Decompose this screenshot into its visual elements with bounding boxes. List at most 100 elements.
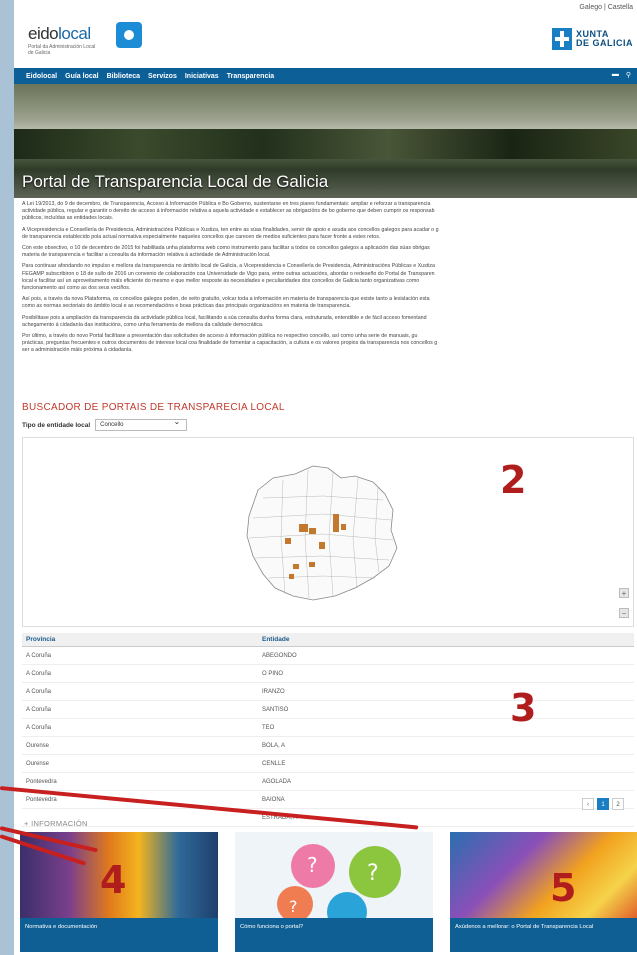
- nav-item-servizos[interactable]: Servizos: [148, 73, 177, 80]
- info-card-caption: Normativa e documentación: [20, 918, 218, 952]
- eidolocal-logo[interactable]: eidolocal Portal da Administración Local…: [28, 22, 142, 56]
- search-icon[interactable]: ⚲: [626, 71, 631, 79]
- info-section-title: + INFORMACIÓN: [24, 819, 88, 828]
- intro-line: Con este obxectivo, o 10 de decembro de …: [22, 245, 430, 252]
- table-row[interactable]: A Coruña O PINO: [22, 665, 634, 683]
- xunta-emblem-icon: [551, 28, 572, 50]
- intro-line: de transparencia establecido pola actual…: [22, 233, 381, 240]
- municipality-highlight: [341, 524, 346, 530]
- info-card-image: [450, 832, 637, 918]
- table-pagination: ‹ 1 2: [582, 798, 624, 810]
- main-nav: Eidolocal Guía local Biblioteca Servizos…: [14, 68, 637, 84]
- hero-image-treeline: [14, 129, 637, 159]
- language-switcher[interactable]: Galego | Castella: [579, 4, 633, 11]
- intro-line: Por último, a través do novo Portal faci…: [22, 333, 418, 340]
- province-cell: Pontevedra: [26, 778, 57, 785]
- info-card-caption: Axúdenos a mellorar: o Portal de Transpa…: [450, 918, 637, 952]
- info-card-caption: Cómo funciona o portal?: [235, 918, 433, 952]
- province-cell: Ourense: [26, 760, 50, 767]
- annotation-marker-4: 4: [100, 858, 127, 902]
- province-cell: A Coruña: [26, 652, 52, 659]
- intro-line: Para continuar afondando no impulso e me…: [22, 263, 435, 270]
- svg-text:?: ?: [307, 853, 318, 877]
- entity-cell: BAIONA: [262, 796, 285, 803]
- pagination-prev-button[interactable]: ‹: [582, 798, 594, 810]
- intro-line: local e facilitar así un aproveitamento …: [22, 277, 420, 284]
- nav-item-biblioteca[interactable]: Biblioteca: [107, 73, 140, 80]
- intro-line: funcionamento así como as dos seus veciñ…: [22, 285, 131, 292]
- intro-line: A Lei 19/2013, do 9 de decembro, de Tran…: [22, 201, 431, 207]
- info-card-como-funciona[interactable]: ? ? ? Cómo funciona o portal?: [235, 832, 433, 952]
- page-frame: Galego | Castella eidolocal Portal da Ad…: [14, 0, 637, 955]
- annotation-marker-3: 3: [510, 686, 537, 730]
- municipality-highlight: [285, 538, 291, 544]
- municipality-highlight: [309, 528, 316, 534]
- svg-text:?: ?: [367, 861, 379, 886]
- province-cell: Ourense: [26, 742, 50, 749]
- xunta-logo[interactable]: XUNTA DE GALICIA: [551, 28, 633, 50]
- province-cell: A Coruña: [26, 706, 52, 713]
- municipality-highlight: [289, 574, 294, 579]
- info-card-axudenos[interactable]: Axúdenos a mellorar: o Portal de Transpa…: [450, 832, 637, 952]
- entity-type-filter: Tipo de entidade local Concello: [22, 417, 188, 431]
- hero-banner: Portal de Transparencia Local de Galicia: [14, 84, 637, 198]
- pagination-page-2[interactable]: 2: [612, 798, 624, 810]
- province-cell: A Coruña: [26, 724, 52, 731]
- municipality-highlight: [333, 514, 339, 532]
- entity-cell: CENLLE: [262, 760, 286, 767]
- annotation-marker-5: 5: [550, 866, 577, 910]
- entity-type-select[interactable]: Concello: [95, 417, 188, 431]
- table-row[interactable]: Ourense CENLLE: [22, 755, 634, 773]
- municipality-highlight: [299, 524, 308, 532]
- municipality-highlight: [319, 542, 325, 549]
- intro-line: Así pois, a través da nova Plataforma, o…: [22, 296, 430, 303]
- eidolocal-logo-icon: [116, 22, 142, 48]
- info-card-image: ? ? ?: [235, 832, 433, 932]
- municipality-highlight: [309, 562, 315, 567]
- nav-item-transparencia[interactable]: Transparencia: [227, 73, 274, 80]
- zoom-out-button[interactable]: −: [619, 608, 629, 618]
- table-row[interactable]: Ourense BOLA, A: [22, 737, 634, 755]
- province-cell: A Coruña: [26, 670, 52, 677]
- table-row[interactable]: Pontevedra AGOLADA: [22, 773, 634, 791]
- municipality-map[interactable]: [23, 438, 635, 628]
- table-row[interactable]: A Coruña IRANZO: [22, 683, 634, 701]
- province-cell: A Coruña: [26, 688, 52, 695]
- nav-item-iniciativas[interactable]: Iniciativas: [185, 73, 219, 80]
- logo-name-prefix: eido: [28, 24, 59, 43]
- galicia-map[interactable]: + −: [22, 437, 634, 627]
- pagination-page-1[interactable]: 1: [597, 798, 609, 810]
- column-header-province[interactable]: Provincia: [22, 636, 256, 643]
- zoom-in-button[interactable]: +: [619, 588, 629, 598]
- table-row[interactable]: A Coruña ABEGONDO: [22, 647, 634, 665]
- intro-line: ser a administración máis próxima á cida…: [22, 347, 133, 354]
- column-header-entity[interactable]: Entidade: [256, 636, 556, 643]
- question-bubbles-illustration: ? ? ?: [277, 844, 401, 932]
- annotation-marker-2: 2: [500, 458, 527, 502]
- intro-line: A Vicepresidencia e Consellería de Presi…: [22, 226, 439, 233]
- xunta-line2: DE GALICIA: [575, 38, 633, 48]
- intro-line: públicos, incluídas as entidades locais.: [22, 215, 114, 222]
- entity-cell: AGOLADA: [262, 778, 292, 785]
- logo-name-accent: local: [58, 24, 91, 43]
- entity-cell: BOLA, A: [262, 742, 286, 749]
- municipality-highlight: [293, 564, 299, 569]
- entity-cell: ABEGONDO: [262, 652, 297, 659]
- table-header: Provincia Entidade: [22, 633, 634, 647]
- page-title: Portal de Transparencia Local de Galicia: [22, 172, 329, 191]
- search-section-title: BUSCADOR DE PORTAIS DE TRANSPARECIA LOCA…: [22, 402, 285, 413]
- entity-cell: O PINO: [262, 670, 284, 677]
- intro-line: achegamento á cidadanía das institucións…: [22, 321, 264, 328]
- blue-question-bubble: [327, 892, 367, 932]
- table-row[interactable]: A Coruña TEO: [22, 719, 634, 737]
- logo-subtitle: Portal da Administración Local de Galici…: [28, 44, 96, 56]
- intro-line: Posibilitase pois a ampliación da transp…: [22, 314, 427, 321]
- intro-text: A Lei 19/2013, do 9 de decembro, de Tran…: [22, 201, 634, 359]
- nav-item-eidolocal[interactable]: Eidolocal: [26, 73, 57, 80]
- table-row[interactable]: A Coruña SANTISO: [22, 701, 634, 719]
- menu-icon[interactable]: ▬: [612, 71, 619, 79]
- nav-item-guia-local[interactable]: Guía local: [65, 73, 98, 80]
- galicia-outline: [246, 465, 398, 601]
- intro-line: FEGAMP subscribiron o 18 de xullo de 201…: [22, 270, 435, 277]
- svg-text:?: ?: [289, 897, 298, 916]
